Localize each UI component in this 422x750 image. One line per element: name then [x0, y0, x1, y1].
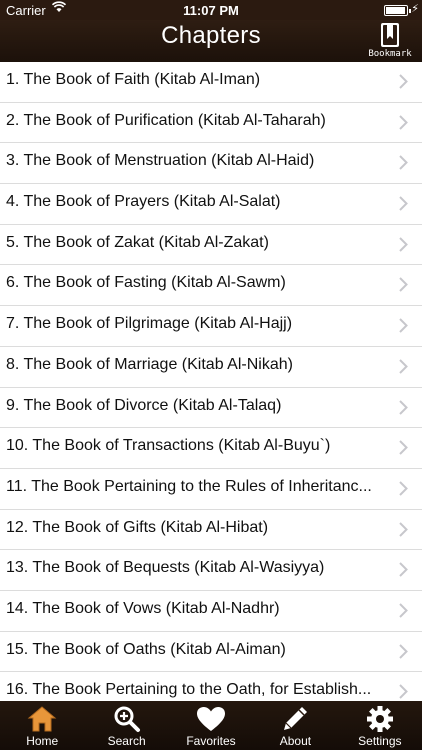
chapter-label: 1. The Book of Faith (Kitab Al-Iman) [6, 71, 261, 88]
list-item[interactable]: 9. The Book of Divorce (Kitab Al-Talaq) [0, 387, 422, 429]
chapter-label: 6. The Book of Fasting (Kitab Al-Sawm) [6, 274, 286, 292]
list-item[interactable]: 16. The Book Pertaining to the Oath, for… [0, 672, 422, 701]
pencil-icon [284, 707, 308, 730]
chevron-right-icon [399, 277, 408, 293]
chevron-right-icon [399, 684, 408, 700]
chapter-label: 2. The Book of Purification (Kitab Al-Ta… [6, 111, 326, 129]
chapter-label: 13. The Book of Bequests (Kitab Al-Wasiy… [6, 559, 325, 577]
list-item[interactable]: 3. The Book of Menstruation (Kitab Al-Ha… [0, 143, 422, 185]
chevron-right-icon [399, 114, 408, 130]
chapter-label: 12. The Book of Gifts (Kitab Al-Hibat) [6, 518, 269, 536]
status-time: 11:07 PM [183, 3, 239, 18]
chevron-right-icon [399, 399, 408, 415]
chapter-label: 4. The Book of Prayers (Kitab Al-Salat) [6, 193, 281, 211]
tab-label: About [279, 734, 312, 748]
tab-settings[interactable]: Settings [338, 701, 422, 750]
gear-icon [366, 706, 393, 732]
tab-search[interactable]: Search [84, 701, 168, 750]
chevron-right-icon [399, 440, 408, 455]
tab-home[interactable]: Home [0, 701, 84, 750]
heart-icon [197, 707, 226, 731]
tab-label: Favorites [186, 734, 236, 748]
chapter-label: 10. The Book of Transactions (Kitab Al-B… [6, 437, 331, 455]
list-item[interactable]: 4. The Book of Prayers (Kitab Al-Salat) [0, 184, 422, 225]
list-item[interactable]: 14. The Book of Vows (Kitab Al-Nadhr) [0, 590, 422, 632]
chevron-right-icon [399, 196, 408, 211]
chevron-right-icon [399, 74, 408, 89]
list-item[interactable]: 8. The Book of Marriage (Kitab Al-Nikah) [0, 346, 422, 388]
chevron-right-icon [399, 481, 408, 496]
list-item[interactable]: 11. The Book Pertaining to the Rules of … [0, 468, 422, 510]
bookmark-book-icon [381, 23, 399, 47]
chapter-label: 9. The Book of Divorce (Kitab Al-Talaq) [6, 396, 282, 414]
battery-icon [384, 5, 411, 16]
chapter-label: 16. The Book Pertaining to the Oath, for… [6, 681, 372, 699]
bookmark-button[interactable]: Bookmark [364, 20, 416, 62]
chevron-right-icon [399, 155, 408, 171]
chevron-right-icon [399, 359, 408, 374]
chapter-label: 5. The Book of Zakat (Kitab Al-Zakat) [6, 233, 269, 251]
chevron-right-icon [399, 562, 408, 577]
list-item[interactable]: 15. The Book of Oaths (Kitab Al-Aiman) [0, 631, 422, 673]
tab-label: Search [107, 734, 146, 748]
tab-about[interactable]: About [253, 701, 337, 750]
chapter-label: 11. The Book Pertaining to the Rules of … [6, 477, 372, 495]
chevron-right-icon [399, 643, 408, 659]
home-icon [27, 706, 57, 732]
list-item[interactable]: 7. The Book of Pilgrimage (Kitab Al-Hajj… [0, 306, 422, 347]
list-item[interactable]: 2. The Book of Purification (Kitab Al-Ta… [0, 102, 422, 144]
tab-bar: Home Search Favorites About Settings [0, 701, 422, 750]
list-item[interactable]: 12. The Book of Gifts (Kitab Al-Hibat) [0, 509, 422, 551]
chapter-label: 14. The Book of Vows (Kitab Al-Nadhr) [6, 599, 280, 617]
list-item[interactable]: 6. The Book of Fasting (Kitab Al-Sawm) [0, 265, 422, 307]
chevron-right-icon [399, 318, 408, 333]
chevron-right-icon [399, 237, 408, 252]
tab-label: Settings [358, 734, 402, 748]
page-title: Chapters [161, 22, 261, 49]
list-item[interactable]: 5. The Book of Zakat (Kitab Al-Zakat) [0, 224, 422, 266]
status-bar: Carrier 11:07 PM ⚡ [0, 0, 422, 20]
chapter-label: 15. The Book of Oaths (Kitab Al-Aiman) [6, 640, 286, 658]
chapter-label: 7. The Book of Pilgrimage (Kitab Al-Hajj… [6, 315, 293, 333]
bookmark-label: Bookmark [368, 49, 412, 59]
chapter-list[interactable]: 1. The Book of Faith (Kitab Al-Iman) 2. … [0, 62, 422, 701]
chapter-label: 3. The Book of Menstruation (Kitab Al-Ha… [6, 152, 315, 170]
chevron-right-icon [399, 603, 408, 618]
navigation-bar: Chapters Bookmark [0, 20, 422, 62]
chapter-label: 8. The Book of Marriage (Kitab Al-Nikah) [6, 355, 293, 373]
list-item[interactable]: 13. The Book of Bequests (Kitab Al-Wasiy… [0, 550, 422, 591]
chevron-right-icon [399, 521, 408, 537]
charging-icon: ⚡ [411, 3, 419, 15]
tab-label: Home [26, 734, 59, 748]
list-item[interactable]: 1. The Book of Faith (Kitab Al-Iman) [0, 62, 422, 103]
search-icon [114, 706, 140, 732]
list-item[interactable]: 10. The Book of Transactions (Kitab Al-B… [0, 428, 422, 469]
tab-favorites[interactable]: Favorites [169, 701, 253, 750]
